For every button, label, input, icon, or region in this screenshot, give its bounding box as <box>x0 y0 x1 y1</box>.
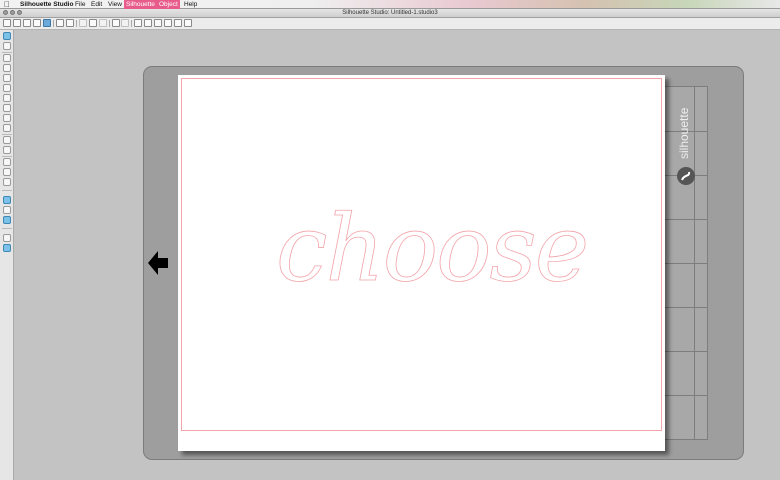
menu-bar:  Silhouette Studio File Edit View Silho… <box>0 0 780 9</box>
curve-tool-icon[interactable] <box>3 104 11 112</box>
save-icon[interactable] <box>33 19 41 27</box>
silhouette-logo-icon: silhouette <box>677 107 695 185</box>
polygon-tool-icon[interactable] <box>3 94 11 102</box>
main-toolbar <box>0 18 780 30</box>
open-file-icon[interactable] <box>13 19 21 27</box>
window-title-bar: Silhouette Studio: Untitled-1.studio3 <box>0 9 780 18</box>
window-title: Silhouette Studio: Untitled-1.studio3 <box>342 10 438 16</box>
copy-icon[interactable] <box>89 19 97 27</box>
choose-text-outline[interactable]: choose <box>276 195 590 303</box>
fit-to-page-icon[interactable] <box>184 19 192 27</box>
undo-icon[interactable] <box>112 19 120 27</box>
menu-edit[interactable]: Edit <box>89 0 104 9</box>
send-to-silhouette-icon[interactable] <box>66 19 74 27</box>
text-tool-icon[interactable] <box>3 158 11 166</box>
menu-view[interactable]: View <box>106 0 124 9</box>
app-name-menu[interactable]: Silhouette Studio <box>20 0 73 9</box>
edit-points-tool-icon[interactable] <box>3 42 11 50</box>
apple-menu-icon[interactable]:  <box>4 0 10 9</box>
new-document-icon[interactable] <box>3 19 11 27</box>
drag-zoom-icon[interactable] <box>174 19 182 27</box>
select-tool-icon[interactable] <box>3 32 11 40</box>
regular-polygon-tool-icon[interactable] <box>3 146 11 154</box>
redo-icon[interactable] <box>121 19 129 27</box>
knife-tool-icon[interactable] <box>3 178 11 186</box>
line-tool-icon[interactable] <box>3 54 11 62</box>
arrow-left-icon[interactable] <box>148 250 170 276</box>
menu-object[interactable]: Object <box>157 0 180 9</box>
zoom-in-icon[interactable] <box>144 19 152 27</box>
design-page-tool-icon[interactable] <box>3 196 11 204</box>
design-canvas[interactable]: choose <box>178 75 665 451</box>
menu-file[interactable]: File <box>73 0 87 9</box>
print-icon[interactable] <box>56 19 64 27</box>
registration-marks-icon[interactable] <box>3 206 11 214</box>
mat-brand-text: silhouette <box>677 107 691 159</box>
rounded-rectangle-tool-icon[interactable] <box>3 74 11 82</box>
ellipse-tool-icon[interactable] <box>3 84 11 92</box>
library-panel-icon[interactable] <box>3 234 11 242</box>
smooth-freehand-tool-icon[interactable] <box>3 136 11 144</box>
save-selection-icon[interactable] <box>43 19 51 27</box>
cut-icon[interactable] <box>79 19 87 27</box>
grid-settings-icon[interactable] <box>3 244 11 252</box>
zoom-select-icon[interactable] <box>164 19 172 27</box>
menu-help[interactable]: Help <box>182 0 199 9</box>
paste-icon[interactable] <box>99 19 107 27</box>
zoom-out-icon[interactable] <box>154 19 162 27</box>
eraser-tool-icon[interactable] <box>3 168 11 176</box>
rectangle-tool-icon[interactable] <box>3 64 11 72</box>
arc-tool-icon[interactable] <box>3 114 11 122</box>
left-tool-panel <box>0 30 14 480</box>
pan-hand-icon[interactable] <box>134 19 142 27</box>
online-store-icon[interactable] <box>3 216 11 224</box>
freehand-tool-icon[interactable] <box>3 124 11 132</box>
library-icon[interactable] <box>23 19 31 27</box>
menu-silhouette[interactable]: Silhouette <box>124 0 157 9</box>
